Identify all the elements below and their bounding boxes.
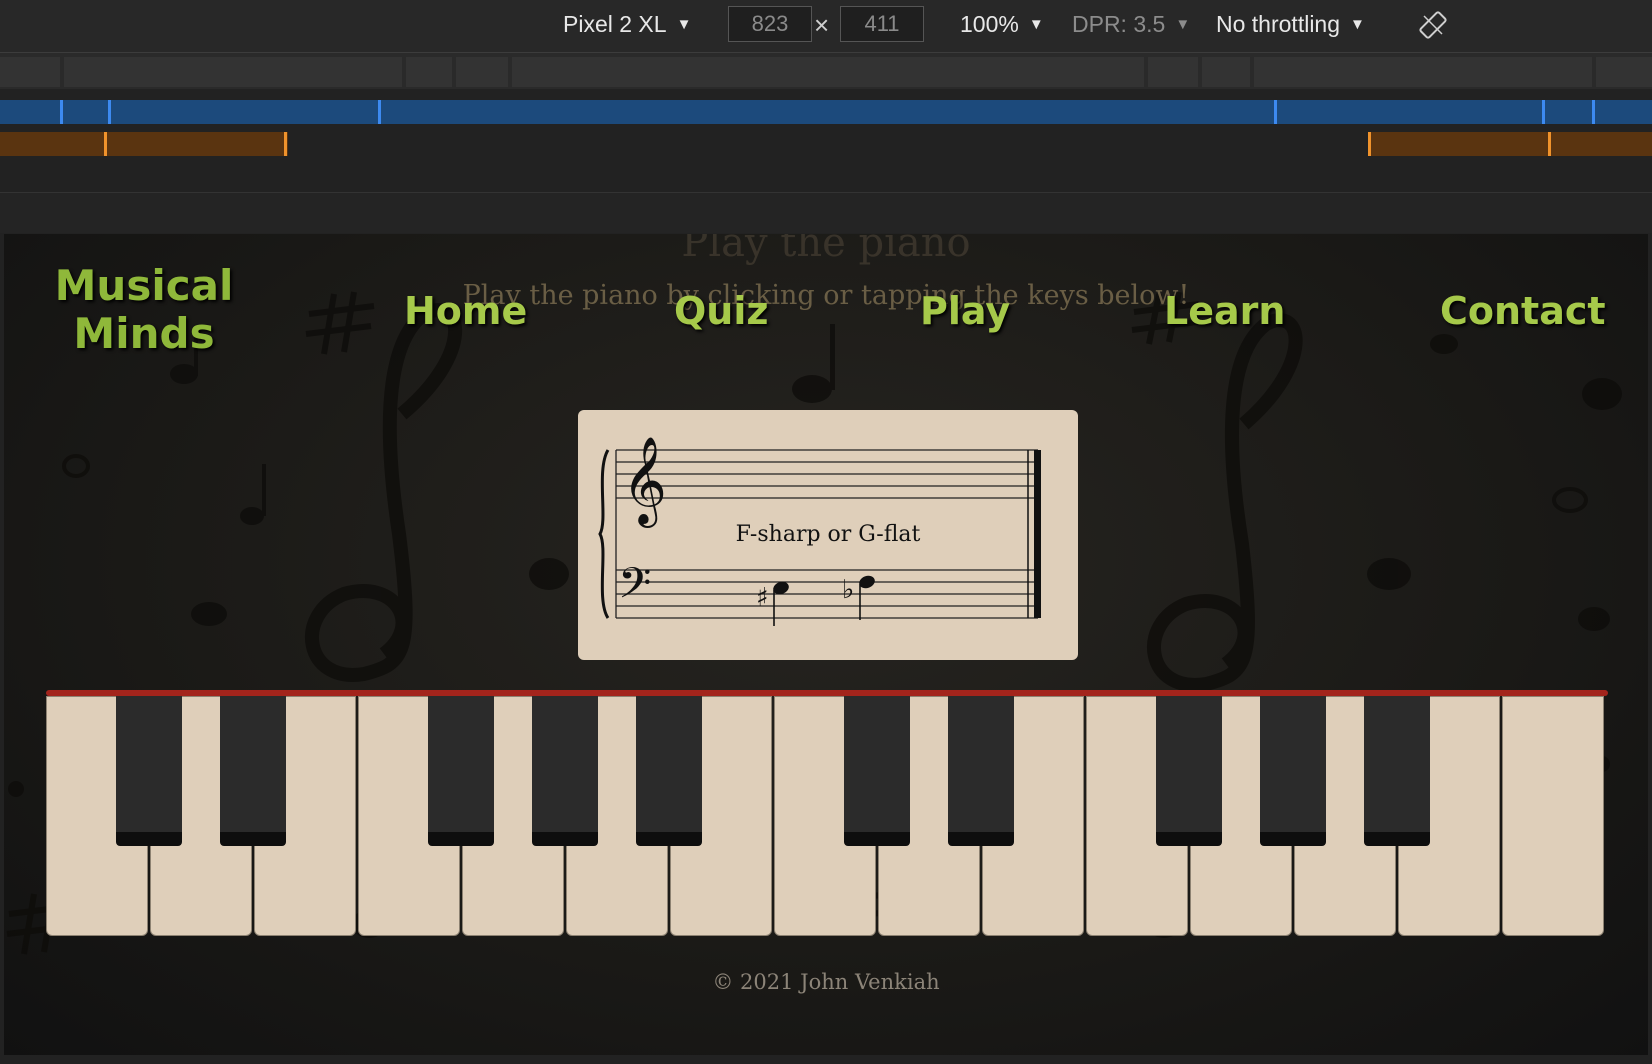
- black-key[interactable]: [948, 696, 1014, 846]
- device-label: Pixel 2 XL: [563, 11, 667, 37]
- svg-text:𝄢: 𝄢: [618, 559, 651, 619]
- piano-keyboard: [46, 690, 1608, 936]
- dpr-label: DPR: 3.5: [1072, 11, 1166, 37]
- chevron-down-icon: ▼: [1175, 16, 1191, 33]
- height-input[interactable]: 411: [840, 6, 924, 42]
- hero-title: Play the piano: [681, 234, 971, 266]
- device-select[interactable]: Pixel 2 XL ▼: [563, 11, 691, 38]
- device-frame-gap: [0, 192, 1652, 233]
- width-input[interactable]: 823: [728, 6, 812, 42]
- max-width-media-bar[interactable]: [0, 100, 1652, 124]
- black-key[interactable]: [636, 696, 702, 846]
- black-key[interactable]: [116, 696, 182, 846]
- black-key[interactable]: [1260, 696, 1326, 846]
- rotate-icon[interactable]: [1418, 10, 1448, 46]
- brand-line-1: Musical: [54, 261, 234, 310]
- svg-text:𝄞: 𝄞: [622, 435, 667, 528]
- chevron-down-icon: ▼: [1028, 16, 1044, 33]
- zoom-label: 100%: [960, 11, 1019, 37]
- zoom-select[interactable]: 100% ▼: [960, 11, 1044, 38]
- nav-learn[interactable]: Learn: [1164, 289, 1285, 333]
- device-toolbar: Pixel 2 XL ▼ 823 × 411 100% ▼ DPR: 3.5 ▼ No…: [0, 0, 1652, 53]
- black-key[interactable]: [428, 696, 494, 846]
- brand-logo[interactable]: Musical Minds: [54, 262, 234, 358]
- white-key[interactable]: [1502, 696, 1604, 936]
- hero-subtitle: Play the piano by clicking or tapping th…: [462, 280, 1190, 311]
- chevron-down-icon: ▼: [676, 16, 692, 33]
- nav-contact[interactable]: Contact: [1440, 289, 1606, 333]
- black-key[interactable]: [532, 696, 598, 846]
- dpr-select[interactable]: DPR: 3.5 ▼: [1072, 11, 1190, 38]
- nav-home[interactable]: Home: [404, 289, 527, 333]
- min-width-media-bar-right[interactable]: [1368, 132, 1652, 156]
- chevron-down-icon: ▼: [1350, 16, 1365, 33]
- black-key[interactable]: [1364, 696, 1430, 846]
- devtools-bottom-edge: [0, 1055, 1652, 1064]
- dimension-separator: ×: [814, 10, 830, 40]
- note-display-card: 𝄞 𝄢 ♯ ♭ F-sharp or G-flat: [578, 410, 1078, 660]
- brand-line-2: Minds: [73, 309, 215, 358]
- black-key[interactable]: [220, 696, 286, 846]
- svg-text:♭: ♭: [842, 575, 854, 605]
- footer-copyright: © 2021 John Venkiah: [712, 970, 940, 994]
- throttling-label: No throttling: [1216, 11, 1341, 37]
- svg-text:♯: ♯: [756, 583, 769, 613]
- nav-play[interactable]: Play: [920, 289, 1010, 333]
- throttling-select[interactable]: No throttling ▼: [1216, 11, 1365, 38]
- black-key[interactable]: [844, 696, 910, 846]
- site-viewport: Play the piano Play the piano by clickin…: [4, 234, 1648, 1055]
- min-width-media-bar-left[interactable]: [0, 132, 288, 156]
- nav-quiz[interactable]: Quiz: [674, 289, 769, 333]
- note-name-label: F-sharp or G-flat: [735, 522, 921, 547]
- media-query-ruler: [0, 53, 1652, 89]
- black-key[interactable]: [1156, 696, 1222, 846]
